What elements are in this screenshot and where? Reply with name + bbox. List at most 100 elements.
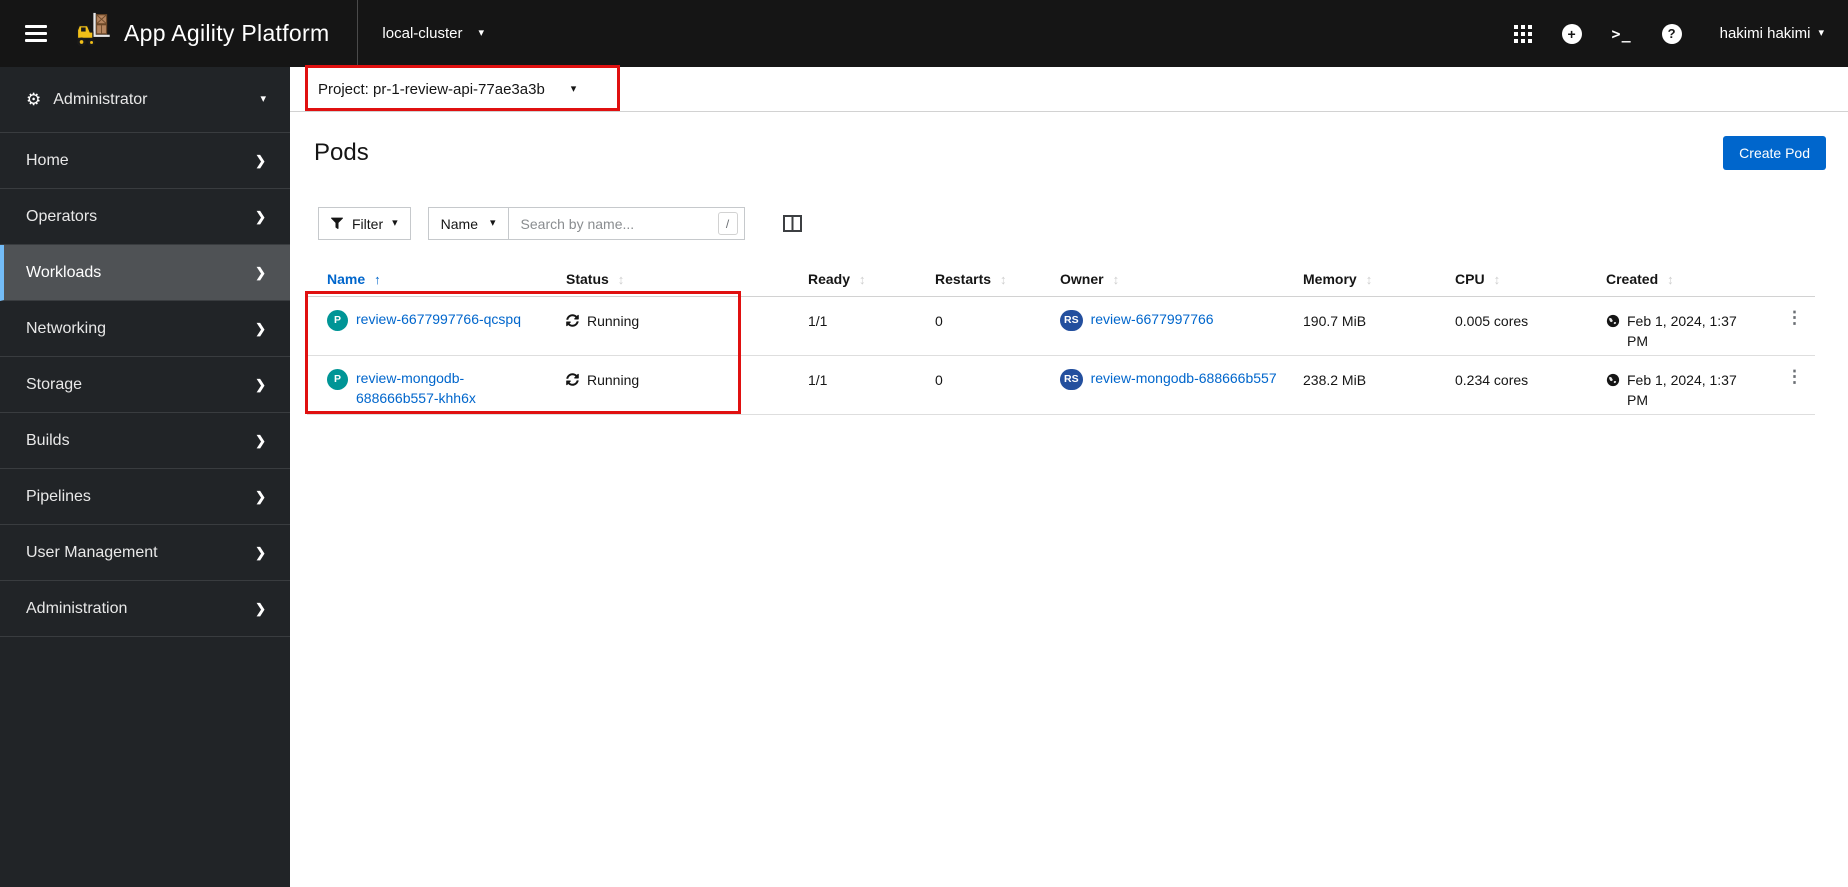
restarts-cell: 0 — [935, 372, 943, 388]
search-shortcut-badge: / — [717, 212, 738, 235]
toolbar: Filter ▾ Name ▾ / — [318, 207, 802, 240]
import-plus-circle-icon[interactable]: + — [1561, 23, 1582, 44]
chevron-right-icon: ❯ — [255, 432, 266, 448]
terminal-icon[interactable]: >_ — [1612, 25, 1632, 43]
pod-link[interactable]: review-mongodb-688666b557-khh6x — [356, 368, 546, 409]
status-text: Running — [587, 372, 640, 388]
sort-icon: ↕ — [1112, 271, 1120, 287]
page-title: Pods — [314, 139, 369, 166]
created-text: Feb 1, 2024, 1:37 PM — [1627, 313, 1737, 350]
column-header-status[interactable]: Status ↕ — [566, 271, 808, 296]
column-header-owner[interactable]: Owner ↕ — [1060, 271, 1303, 296]
nav-toggle-hamburger-icon[interactable] — [16, 14, 56, 54]
sidebar-nav: ⚙ Administrator ▾ Home ❯ Operators ❯ Wor… — [0, 67, 290, 887]
cpu-cell: 0.005 cores — [1455, 313, 1529, 329]
create-pod-button[interactable]: Create Pod — [1723, 136, 1826, 170]
ready-cell: 1/1 — [808, 372, 828, 388]
sidebar-item-storage[interactable]: Storage ❯ — [0, 357, 290, 413]
sidebar-item-builds[interactable]: Builds ❯ — [0, 413, 290, 469]
brand: App Agility Platform — [70, 12, 329, 55]
chevron-right-icon: ❯ — [255, 488, 266, 504]
search-type-dropdown[interactable]: Name ▾ — [427, 207, 508, 240]
chevron-right-icon: ❯ — [255, 376, 266, 392]
pods-table: Name ↑ Status ↕ Ready ↕ Restarts ↕ Owner… — [307, 262, 1815, 415]
chevron-right-icon: ❯ — [255, 208, 266, 224]
cluster-name: local-cluster — [382, 25, 463, 42]
chevron-right-icon: ❯ — [255, 320, 266, 336]
kebab-menu-icon[interactable]: ⋮ — [1772, 297, 1803, 326]
sidebar-item-home[interactable]: Home ❯ — [0, 133, 290, 189]
project-dropdown[interactable]: Project: pr-1-review-api-77ae3a3b ▾ — [318, 81, 576, 98]
caret-down-icon: ▾ — [392, 217, 398, 229]
pod-badge: P — [327, 310, 348, 331]
sort-icon: ↕ — [617, 271, 625, 287]
caret-down-icon: ▾ — [1818, 27, 1824, 39]
kebab-menu-icon[interactable]: ⋮ — [1772, 356, 1803, 385]
sidebar-item-operators[interactable]: Operators ❯ — [0, 189, 290, 245]
table-row: P review-6677997766-qcspq Running 1/1 0 … — [307, 297, 1815, 356]
username: hakimi hakimi — [1719, 25, 1811, 42]
sync-running-icon — [566, 370, 579, 391]
app-launcher-grid-icon[interactable] — [1513, 24, 1532, 43]
chevron-right-icon: ❯ — [255, 264, 266, 280]
owner-cell: RS review-6677997766 — [1060, 297, 1303, 331]
column-header-created[interactable]: Created ↕ — [1606, 271, 1772, 296]
ready-cell: 1/1 — [808, 313, 828, 329]
caret-down-icon: ▾ — [260, 93, 266, 105]
globe-timestamp-icon — [1606, 311, 1620, 333]
user-dropdown[interactable]: hakimi hakimi ▾ — [1720, 25, 1824, 42]
filter-dropdown-label: Filter — [352, 215, 384, 232]
manage-columns-icon[interactable] — [782, 215, 802, 232]
sort-icon: ↕ — [1365, 271, 1373, 287]
memory-cell: 238.2 MiB — [1303, 372, 1367, 388]
forklift-logo-icon — [70, 12, 114, 55]
column-header-cpu[interactable]: CPU ↕ — [1455, 271, 1606, 296]
sort-icon: ↕ — [1000, 271, 1007, 287]
column-header-restarts[interactable]: Restarts ↕ — [935, 271, 1060, 296]
sort-icon: ↕ — [1667, 271, 1674, 287]
restarts-cell: 0 — [935, 313, 943, 329]
help-icon[interactable]: ? — [1661, 23, 1682, 44]
project-bar: Project: pr-1-review-api-77ae3a3b ▾ — [290, 67, 1848, 112]
sidebar-item-administration[interactable]: Administration ❯ — [0, 581, 290, 637]
masthead: App Agility Platform local-cluster ▾ + >… — [0, 0, 1848, 67]
column-header-memory[interactable]: Memory ↕ — [1303, 271, 1455, 296]
created-text: Feb 1, 2024, 1:37 PM — [1627, 372, 1737, 409]
search-field: / — [507, 207, 745, 240]
app-title: App Agility Platform — [124, 20, 330, 46]
owner-cell: RS review-mongodb-688666b557 — [1060, 356, 1303, 390]
status-cell: Running — [566, 356, 808, 391]
sidebar-item-workloads[interactable]: Workloads ❯ — [0, 245, 290, 301]
chevron-right-icon: ❯ — [255, 600, 266, 616]
replicaset-badge: RS — [1060, 310, 1083, 331]
sidebar-item-user-management[interactable]: User Management ❯ — [0, 525, 290, 581]
chevron-right-icon: ❯ — [255, 544, 266, 560]
created-cell: Feb 1, 2024, 1:37 PM — [1606, 356, 1772, 411]
pod-link[interactable]: review-6677997766-qcspq — [356, 309, 521, 329]
sort-icon: ↕ — [1493, 271, 1501, 287]
cpu-cell: 0.234 cores — [1455, 372, 1529, 388]
sidebar-item-pipelines[interactable]: Pipelines ❯ — [0, 469, 290, 525]
cluster-dropdown[interactable]: local-cluster ▾ — [382, 25, 484, 42]
owner-link[interactable]: review-6677997766 — [1091, 309, 1214, 329]
owner-link[interactable]: review-mongodb-688666b557 — [1091, 368, 1277, 388]
memory-cell: 190.7 MiB — [1303, 313, 1367, 329]
project-dropdown-label: Project: pr-1-review-api-77ae3a3b — [318, 80, 545, 98]
perspective-switcher[interactable]: ⚙ Administrator ▾ — [0, 67, 290, 133]
filter-dropdown[interactable]: Filter ▾ — [318, 207, 411, 240]
caret-down-icon: ▾ — [490, 217, 496, 229]
status-text: Running — [587, 313, 640, 329]
replicaset-badge: RS — [1060, 369, 1083, 390]
column-header-ready[interactable]: Ready ↕ — [808, 271, 935, 296]
column-header-name[interactable]: Name ↑ — [307, 271, 566, 296]
sort-ascending-icon: ↑ — [374, 271, 381, 287]
sort-icon: ↕ — [859, 271, 866, 287]
table-header-row: Name ↑ Status ↕ Ready ↕ Restarts ↕ Owner… — [307, 262, 1815, 297]
table-row: P review-mongodb-688666b557-khh6x Runnin… — [307, 356, 1815, 415]
caret-down-icon: ▾ — [570, 82, 577, 95]
created-cell: Feb 1, 2024, 1:37 PM — [1606, 297, 1772, 352]
search-input[interactable] — [520, 215, 696, 232]
status-cell: Running — [566, 297, 808, 332]
search-type-label: Name — [440, 215, 479, 232]
sidebar-item-networking[interactable]: Networking ❯ — [0, 301, 290, 357]
